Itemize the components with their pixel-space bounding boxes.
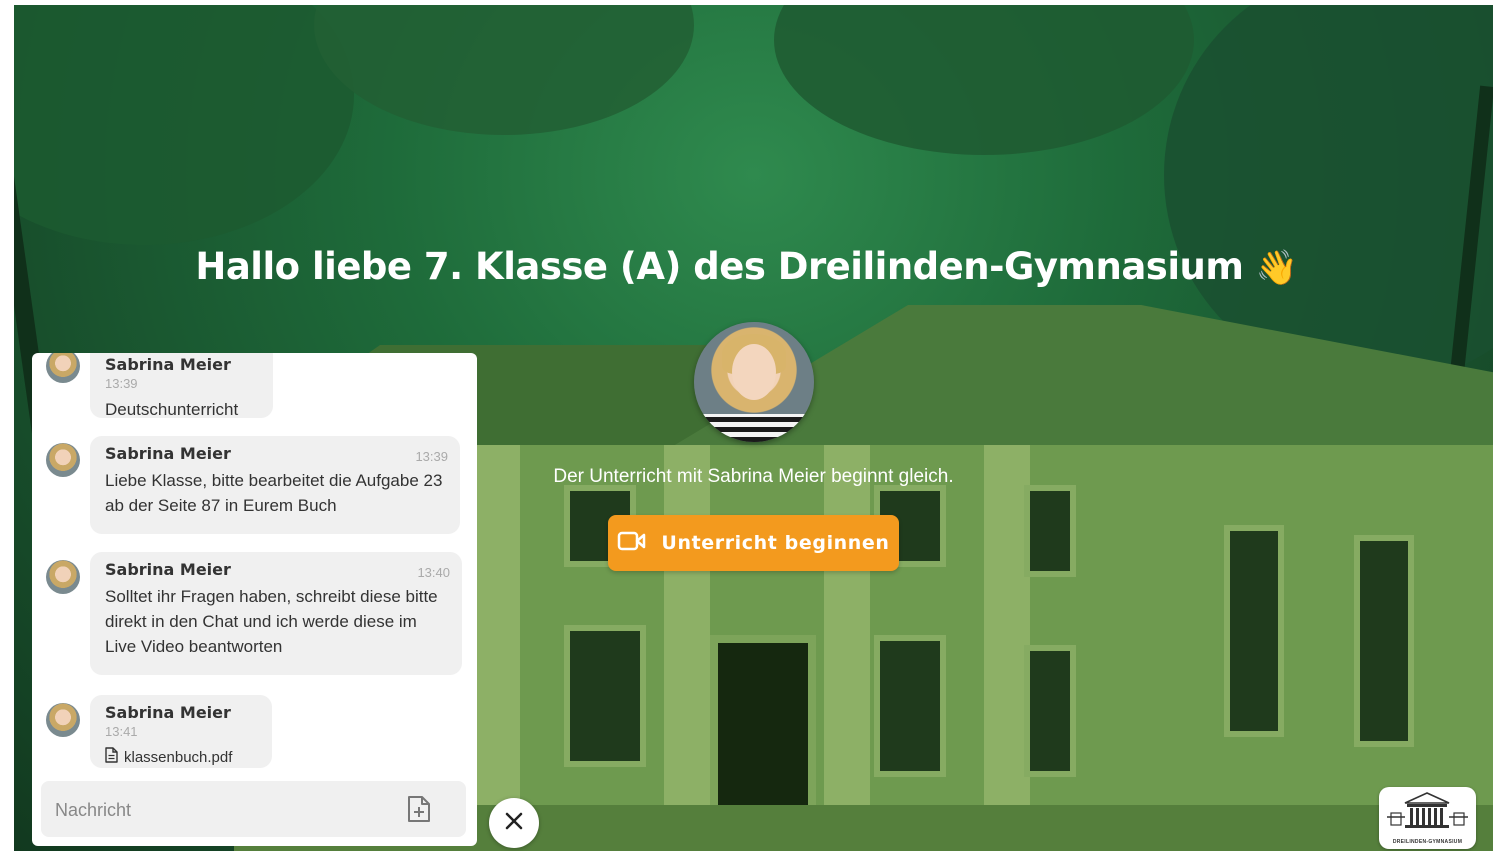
message-bubble: Sabrina Meier 13:39 Liebe Klasse, bitte …	[90, 436, 460, 534]
tree-foliage	[14, 5, 354, 245]
waving-hand-icon: 👋	[1255, 248, 1298, 288]
page-title: Hallo liebe 7. Klasse (A) des Dreilinden…	[0, 245, 1493, 288]
close-icon	[505, 812, 523, 835]
window	[1224, 525, 1284, 737]
message-author: Sabrina Meier	[105, 560, 231, 579]
message-author: Sabrina Meier	[105, 444, 231, 463]
avatar-face	[732, 344, 776, 400]
message-author: Sabrina Meier	[105, 355, 231, 374]
close-chat-button[interactable]	[489, 798, 539, 848]
avatar	[46, 560, 80, 594]
tree-foliage	[314, 5, 694, 135]
message-text: Solltet ihr Fragen haben, schreibt diese…	[105, 587, 438, 656]
window	[1354, 535, 1414, 747]
document-icon	[105, 747, 118, 767]
column	[824, 445, 870, 851]
window	[564, 625, 646, 767]
start-lesson-label: Unterricht beginnen	[661, 532, 890, 554]
message-time: 13:40	[417, 565, 450, 580]
school-logo-text: DREILINDEN-GYMNASIUM	[1392, 839, 1463, 845]
message-time: 13:39	[415, 449, 448, 464]
column	[664, 445, 710, 851]
tree-foliage	[774, 5, 1194, 155]
teacher-avatar	[694, 322, 814, 442]
avatar	[46, 443, 80, 477]
school-logo: DREILINDEN-GYMNASIUM	[1379, 787, 1476, 849]
message-text: Liebe Klasse, bitte bearbeitet die Aufga…	[105, 471, 443, 515]
message-author: Sabrina Meier	[105, 703, 231, 722]
message-bubble: Sabrina Meier 13:39 Deutschunterricht	[90, 353, 273, 419]
message-input-area	[41, 781, 466, 839]
entrance-door	[710, 635, 816, 821]
message-time: 13:41	[105, 724, 138, 739]
chat-panel: Sabrina Meier 13:39 Deutschunterricht Sa…	[32, 353, 477, 846]
school-building-icon	[1387, 792, 1468, 828]
page-title-text: Hallo liebe 7. Klasse (A) des Dreilinden…	[195, 245, 1244, 288]
message-time: 13:39	[105, 376, 138, 391]
avatar-shirt	[694, 414, 814, 442]
file-add-icon[interactable]	[407, 795, 433, 823]
message-text: Deutschunterricht	[105, 400, 239, 419]
video-camera-icon	[617, 530, 647, 557]
avatar	[46, 703, 80, 737]
window	[1024, 645, 1076, 777]
file-attachment-link[interactable]: klassenbuch.pdf	[105, 747, 260, 767]
start-lesson-button[interactable]: Unterricht beginnen	[608, 515, 899, 571]
column	[474, 445, 520, 851]
window	[1024, 485, 1076, 577]
window	[874, 635, 946, 777]
avatar	[46, 353, 80, 383]
chat-message-list[interactable]: Sabrina Meier 13:39 Deutschunterricht Sa…	[32, 353, 477, 773]
school-building	[224, 305, 1493, 851]
message-bubble: Sabrina Meier 13:40 Solltet ihr Fragen h…	[90, 552, 462, 675]
file-name: klassenbuch.pdf	[124, 748, 233, 766]
message-input[interactable]	[53, 781, 397, 839]
message-bubble: Sabrina Meier 13:41 klassenbuch.pdf	[90, 695, 272, 768]
